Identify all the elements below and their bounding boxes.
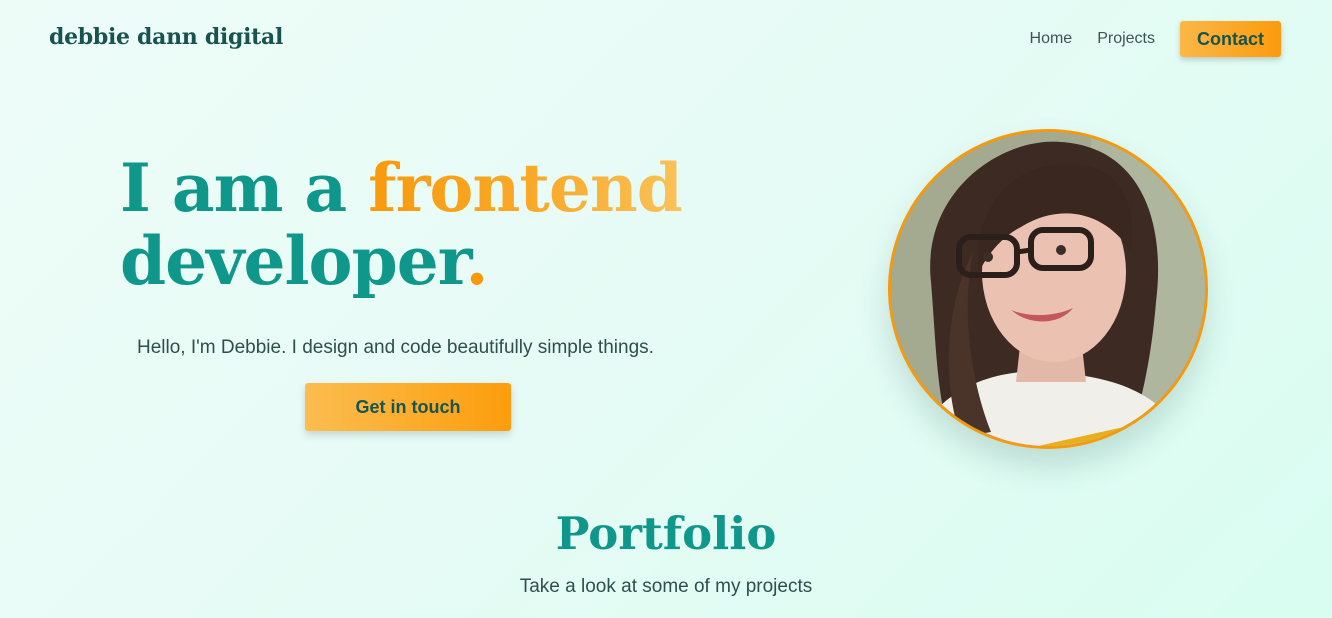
nav-projects-link[interactable]: Projects bbox=[1097, 30, 1155, 48]
site-logo[interactable]: debbie dann digital bbox=[49, 24, 283, 50]
hero-title: I am a frontend developer. bbox=[120, 149, 683, 300]
hero-intro: Hello, I'm Debbie. I design and code bea… bbox=[137, 337, 654, 358]
hero-title-dot: . bbox=[465, 222, 488, 300]
main-nav: Home Projects Contact bbox=[1030, 21, 1281, 57]
portfolio-subtitle: Take a look at some of my projects bbox=[519, 576, 813, 597]
profile-photo bbox=[888, 129, 1208, 449]
hero-title-part2: developer bbox=[120, 222, 466, 300]
hero-title-part1: I am a bbox=[120, 149, 369, 227]
nav-home-link[interactable]: Home bbox=[1030, 30, 1073, 48]
portfolio-title: Portfolio bbox=[555, 507, 777, 560]
get-in-touch-button[interactable]: Get in touch bbox=[305, 383, 511, 431]
hero-title-highlight: frontend bbox=[368, 149, 683, 227]
contact-button[interactable]: Contact bbox=[1180, 21, 1281, 57]
profile-photo-illustration bbox=[891, 132, 1205, 446]
